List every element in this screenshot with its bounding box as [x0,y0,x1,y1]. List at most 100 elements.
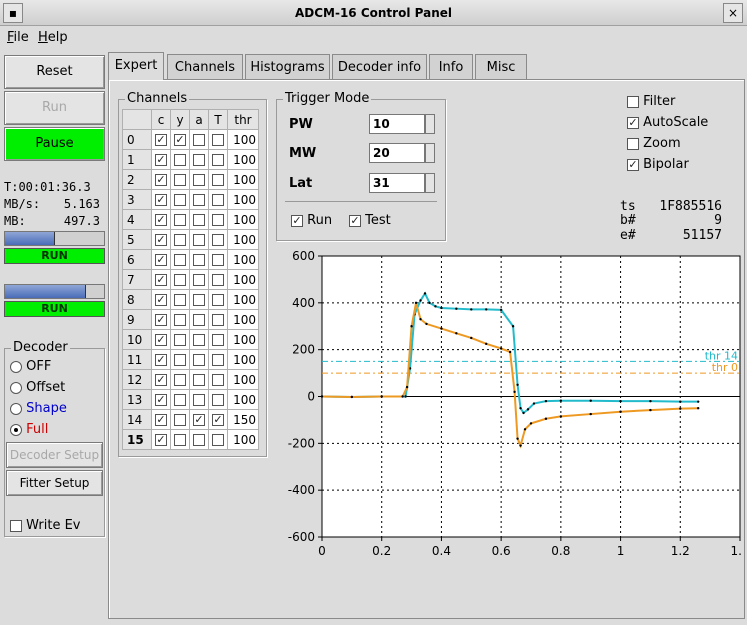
menu-file[interactable]: File [7,30,29,45]
channel-T-cell[interactable] [208,349,228,370]
run-button[interactable]: Run [4,91,105,125]
threshold-cell[interactable]: 100 [227,129,259,150]
threshold-cell[interactable]: 100 [227,309,259,330]
channel-a-cell[interactable] [189,369,209,390]
channel-y-cell[interactable] [170,229,190,250]
threshold-cell[interactable]: 150 [227,409,259,430]
channel-T-cell[interactable] [208,249,228,270]
channel-a-cell[interactable] [189,129,209,150]
channel-T-cell[interactable] [208,209,228,230]
channel-c-cell[interactable]: ✓ [151,209,171,230]
menu-help[interactable]: Help [38,30,68,45]
channel-y-cell[interactable] [170,409,190,430]
mw-spinbox[interactable]: 20 [369,143,425,163]
bipolar-checkbox[interactable]: ✓ Bipolar [627,157,689,172]
trigger-test-checkbox[interactable]: ✓ Test [349,213,391,228]
channel-c-cell[interactable]: ✓ [151,169,171,190]
tab-decoder-info[interactable]: Decoder info [332,54,427,79]
threshold-cell[interactable]: 100 [227,169,259,190]
close-window-button[interactable]: × [723,3,743,23]
channel-a-cell[interactable] [189,229,209,250]
channel-y-cell[interactable] [170,249,190,270]
decoder-option-off[interactable]: OFF [10,359,51,374]
channel-c-cell[interactable]: ✓ [151,289,171,310]
channel-y-cell[interactable] [170,309,190,330]
channel-a-cell[interactable] [189,269,209,290]
channel-c-cell[interactable]: ✓ [151,309,171,330]
mw-spin-arrows-icon[interactable] [425,143,435,163]
channel-y-cell[interactable] [170,369,190,390]
channel-a-cell[interactable] [189,429,209,450]
channel-T-cell[interactable] [208,289,228,310]
tab-misc[interactable]: Misc [475,54,527,79]
channel-T-cell[interactable] [208,369,228,390]
threshold-cell[interactable]: 100 [227,189,259,210]
channel-c-cell[interactable]: ✓ [151,389,171,410]
channel-y-cell[interactable] [170,189,190,210]
threshold-cell[interactable]: 100 [227,349,259,370]
channel-a-cell[interactable] [189,329,209,350]
channel-c-cell[interactable]: ✓ [151,229,171,250]
channel-c-cell[interactable]: ✓ [151,149,171,170]
threshold-cell[interactable]: 100 [227,209,259,230]
channel-a-cell[interactable] [189,169,209,190]
channel-a-cell[interactable]: ✓ [189,409,209,430]
channel-a-cell[interactable] [189,249,209,270]
channel-T-cell[interactable] [208,169,228,190]
channel-T-cell[interactable] [208,269,228,290]
threshold-cell[interactable]: 100 [227,249,259,270]
threshold-cell[interactable]: 100 [227,229,259,250]
threshold-cell[interactable]: 100 [227,389,259,410]
channel-a-cell[interactable] [189,189,209,210]
lat-spin-arrows-icon[interactable] [425,173,435,193]
threshold-cell[interactable]: 100 [227,149,259,170]
tab-channels[interactable]: Channels [167,54,243,79]
channel-a-cell[interactable] [189,349,209,370]
channel-T-cell[interactable] [208,389,228,410]
pw-spinbox[interactable]: 10 [369,114,425,134]
tab-expert[interactable]: Expert [108,52,164,80]
channel-y-cell[interactable] [170,429,190,450]
channel-c-cell[interactable]: ✓ [151,269,171,290]
channel-T-cell[interactable] [208,149,228,170]
channel-T-cell[interactable] [208,129,228,150]
channel-a-cell[interactable] [189,209,209,230]
write-ev-checkbox[interactable]: Write Ev [10,518,81,533]
channel-c-cell[interactable]: ✓ [151,369,171,390]
tab-histograms[interactable]: Histograms [245,54,330,79]
reset-button[interactable]: Reset [4,55,105,89]
channel-T-cell[interactable] [208,189,228,210]
channel-T-cell[interactable]: ✓ [208,409,228,430]
channel-y-cell[interactable] [170,149,190,170]
channel-c-cell[interactable]: ✓ [151,349,171,370]
channel-c-cell[interactable]: ✓ [151,429,171,450]
channel-y-cell[interactable] [170,349,190,370]
threshold-cell[interactable]: 100 [227,429,259,450]
channel-a-cell[interactable] [189,149,209,170]
decoder-option-full[interactable]: Full [10,422,48,437]
lat-spinbox[interactable]: 31 [369,173,425,193]
channel-T-cell[interactable] [208,329,228,350]
channel-T-cell[interactable] [208,429,228,450]
channel-y-cell[interactable] [170,389,190,410]
channel-a-cell[interactable] [189,389,209,410]
fitter-setup-button[interactable]: Fitter Setup [6,470,103,496]
threshold-cell[interactable]: 100 [227,289,259,310]
trigger-run-checkbox[interactable]: ✓ Run [291,213,332,228]
zoom-checkbox[interactable]: Zoom [627,136,681,151]
decoder-option-shape[interactable]: Shape [10,401,67,416]
threshold-cell[interactable]: 100 [227,269,259,290]
channel-c-cell[interactable]: ✓ [151,129,171,150]
window-menu-button[interactable]: ▪ [3,3,23,23]
channel-a-cell[interactable] [189,309,209,330]
decoder-setup-button[interactable]: Decoder Setup [6,442,103,468]
threshold-cell[interactable]: 100 [227,369,259,390]
channel-y-cell[interactable] [170,329,190,350]
channel-c-cell[interactable]: ✓ [151,329,171,350]
channel-c-cell[interactable]: ✓ [151,189,171,210]
channel-y-cell[interactable]: ✓ [170,129,190,150]
channel-a-cell[interactable] [189,289,209,310]
pw-spin-arrows-icon[interactable] [425,114,435,134]
channel-y-cell[interactable] [170,289,190,310]
channel-y-cell[interactable] [170,209,190,230]
